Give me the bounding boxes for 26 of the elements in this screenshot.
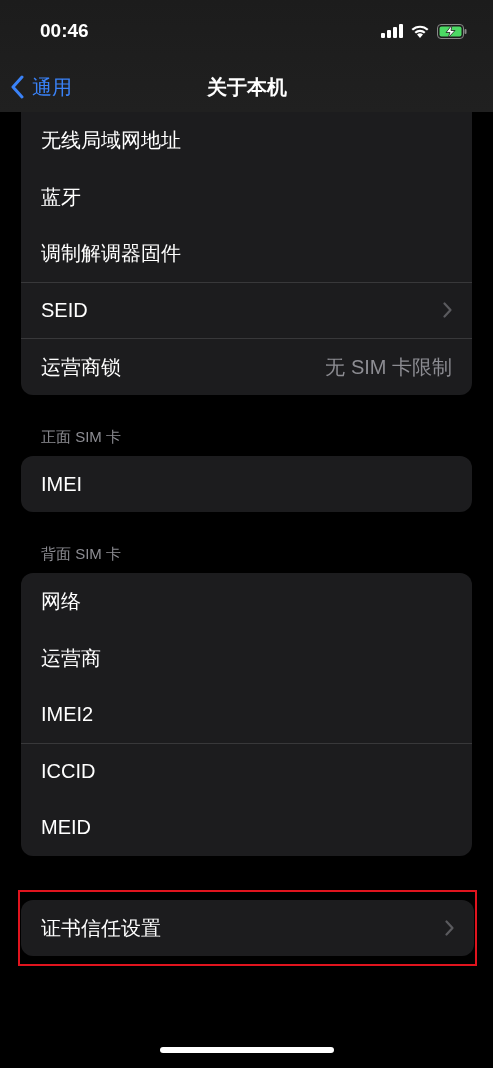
row-label: 证书信任设置 (41, 915, 161, 941)
battery-charging-icon (437, 23, 467, 39)
row-label: IMEI (41, 471, 83, 497)
row-label: 蓝牙 (41, 184, 81, 210)
row-label: ICCID (41, 759, 96, 785)
settings-row[interactable]: 证书信任设置 (21, 899, 474, 956)
row-label: 运营商 (41, 645, 101, 671)
section-header: 正面 SIM 卡 (40, 426, 122, 447)
row-label: 调制解调器固件 (41, 241, 181, 267)
row-label: 无线局域网地址 (41, 128, 181, 154)
chevron-right-icon (445, 919, 454, 936)
row-label: IMEI2 (41, 702, 94, 728)
row-label: 运营商锁 (41, 354, 121, 380)
row-label: SEID (41, 298, 88, 324)
signal-icon (381, 24, 403, 38)
wifi-icon (410, 24, 430, 38)
page-title: 关于本机 (206, 75, 287, 100)
chevron-right-icon (443, 302, 452, 319)
row-label: 网络 (41, 589, 81, 615)
row-label: MEID (41, 815, 91, 841)
settings-row[interactable]: SEID (21, 281, 472, 338)
chevron-left-icon (10, 75, 24, 99)
row-value: 无 SIM 卡限制 (325, 354, 452, 380)
section-header: 背面 SIM 卡 (40, 544, 122, 564)
status-time: 00:46 (40, 18, 89, 43)
back-button[interactable]: 通用 (10, 72, 72, 102)
